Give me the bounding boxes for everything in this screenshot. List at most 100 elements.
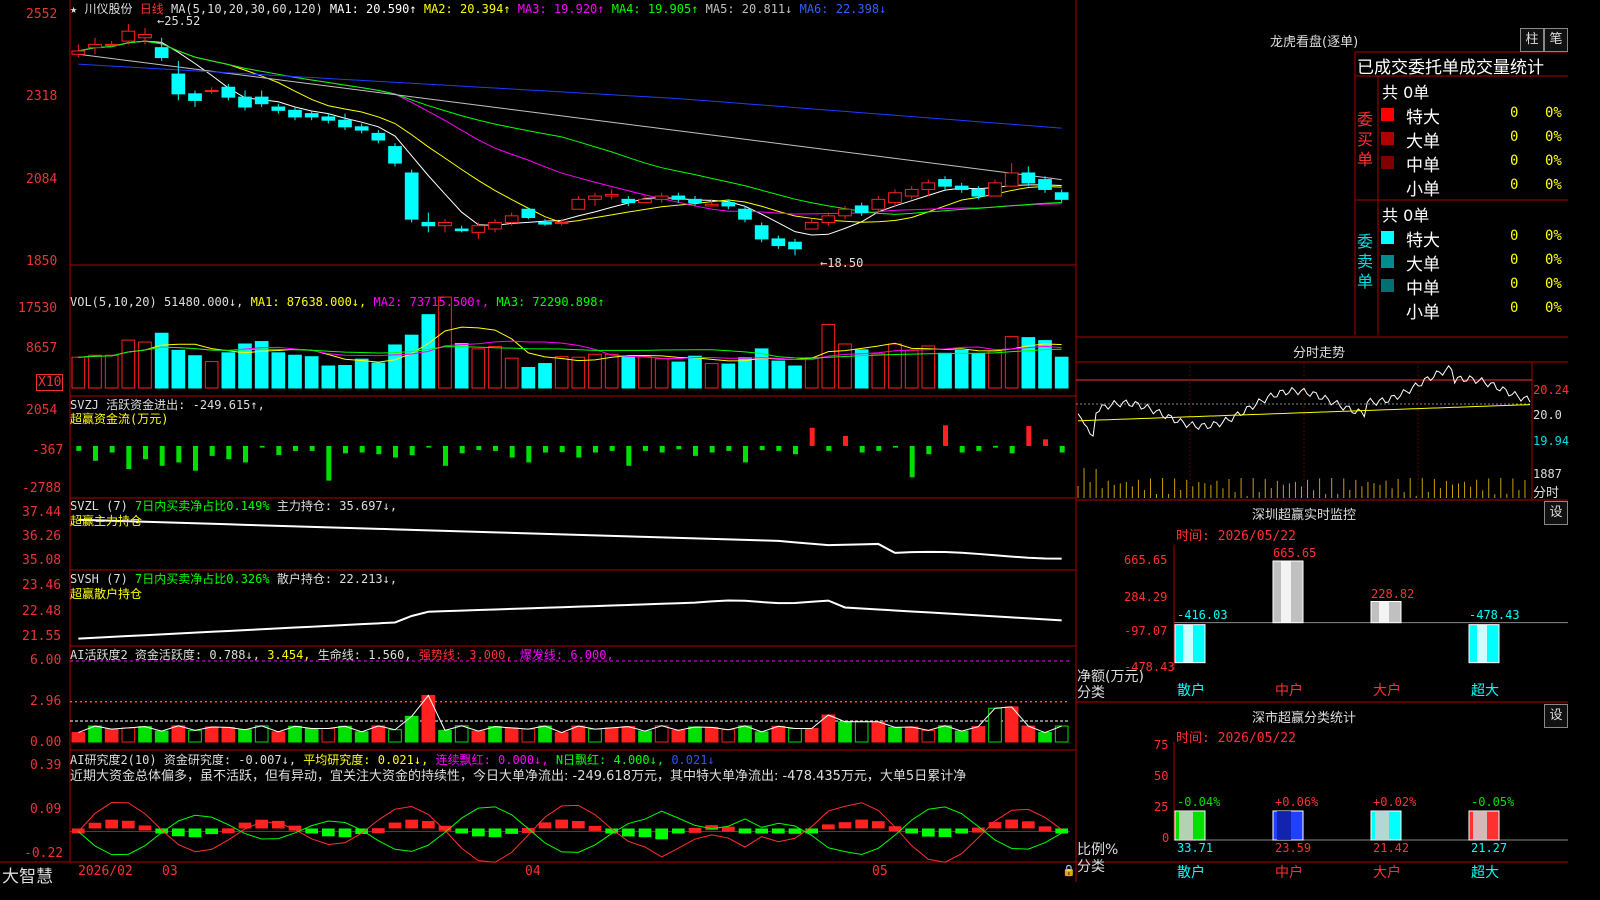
vol-header: VOL(5,10,20) 51480.000↓, MA1: 87638.000↓…	[70, 293, 605, 311]
chart-canvas[interactable]: -416.03665.65228.82-478.43散户 中户 大户 超大-0.04%…	[0, 0, 1568, 882]
research-bar	[538, 822, 552, 829]
research-bar	[555, 819, 568, 829]
activity-bar	[154, 730, 169, 743]
date-label-3: 05	[872, 864, 888, 879]
intraday-vol-label: 分时	[1533, 486, 1560, 501]
svsh-label: SVSH (7)	[70, 572, 128, 586]
svzj-subtitle: 超赢资金流(万元)	[70, 412, 169, 426]
intraday-tick-2: 19.94	[1533, 434, 1570, 448]
ai-active-label: AI活跃度2	[70, 648, 128, 662]
buy-row-label-1: 特大	[1406, 108, 1440, 128]
ma4-value: MA4: 19.905↑	[611, 2, 699, 16]
activity-bar	[388, 729, 402, 743]
volume-bar	[221, 352, 236, 389]
svzj-tick-1: -367	[32, 443, 64, 458]
flow-bar	[743, 445, 748, 463]
sz-monitor-bar-highlight	[1183, 624, 1193, 663]
research-bar	[855, 819, 868, 829]
volume-bar	[554, 356, 569, 389]
class-stats-title: 深市超赢分类统计	[1252, 711, 1357, 726]
activity-bar	[171, 725, 186, 743]
buy-row-swatch-2	[1381, 132, 1394, 145]
tick-view-button[interactable]: 笔	[1544, 28, 1568, 52]
favorite-star-icon[interactable]: ★	[70, 2, 77, 16]
sell-row-count-1: 0	[1510, 228, 1519, 244]
lock-icon[interactable]: 🔒	[1062, 864, 1076, 877]
volume-bar	[104, 354, 119, 389]
candle-body	[721, 202, 736, 207]
volume-bar	[571, 356, 586, 389]
flow-bar	[443, 445, 448, 466]
candle-body	[1004, 172, 1019, 187]
candle-body	[504, 215, 519, 223]
volume-bar	[871, 353, 886, 389]
candle-body	[421, 221, 436, 227]
flow-bar	[776, 445, 782, 451]
sell-row-pct-2: 0%	[1545, 252, 1562, 268]
activity-line	[78, 694, 1062, 734]
sz-monitor-tick-0: 665.65	[1124, 553, 1168, 567]
intraday-vol-tick: 1887	[1533, 467, 1562, 481]
research-bar	[688, 827, 702, 833]
svsh-subtitle: 超赢散户持仓	[70, 587, 143, 601]
flow-bar	[1043, 439, 1048, 446]
sell-row-count-4: 0	[1510, 300, 1519, 316]
candle-body	[771, 238, 786, 247]
activity-bar	[804, 727, 819, 743]
activity-bar	[971, 726, 986, 743]
activity-bar	[771, 725, 786, 743]
activity-bar	[621, 726, 636, 743]
sz-monitor-bar-highlight	[1379, 601, 1389, 623]
sell-row-label-4: 小单	[1406, 303, 1440, 323]
candle-body	[588, 195, 602, 200]
activity-bar	[321, 727, 336, 743]
flow-bar	[276, 445, 282, 456]
ai-active-v2: 3.454,	[267, 648, 311, 662]
volume-bar	[771, 360, 786, 389]
retail-holding-line	[78, 599, 1062, 640]
research-bar	[922, 828, 935, 837]
column-view-button[interactable]: 柱	[1520, 28, 1544, 52]
activity-bar	[554, 732, 569, 743]
activity-bar	[888, 726, 902, 743]
activity-bar	[904, 726, 919, 743]
buy-row-count-2: 0	[1510, 129, 1519, 145]
activity-bar	[104, 728, 119, 743]
activity-bar	[238, 729, 252, 743]
date-label-0: 2026/02	[78, 864, 133, 879]
research-bar	[405, 819, 418, 829]
buy-row-pct-4: 0%	[1545, 177, 1562, 193]
activity-bar	[721, 729, 736, 743]
sz-monitor-title: 深圳超赢实时监控	[1252, 508, 1357, 523]
svzl-tick-0: 37.44	[22, 505, 62, 520]
ai-active-v1: 资金活跃度: 0.788↓,	[134, 648, 260, 662]
volume-bar	[721, 363, 736, 389]
class-stats-settings-button[interactable]: 设	[1544, 704, 1568, 728]
stock-name[interactable]: 川仪股份	[84, 2, 132, 16]
activity-bar	[671, 729, 686, 743]
volume-bar	[171, 349, 186, 389]
research-bar	[588, 825, 602, 831]
class-category-2: 中户	[1275, 864, 1303, 881]
sz-monitor-settings-button[interactable]: 设	[1544, 501, 1568, 525]
flow-bar	[959, 445, 965, 453]
volume-bar	[1038, 340, 1052, 389]
activity-bar	[938, 725, 952, 743]
flow-bar	[543, 445, 548, 453]
volume-bar	[321, 365, 336, 389]
flow-bar	[826, 445, 832, 451]
volume-bar	[504, 357, 519, 389]
volume-bar	[454, 343, 469, 389]
buy-row-swatch-4	[1381, 180, 1394, 193]
sell-row-label-3: 中单	[1406, 279, 1440, 299]
volume-bar	[388, 344, 402, 389]
volume-bar	[88, 354, 102, 389]
candle-body	[938, 179, 952, 187]
buy-total: 共 0单	[1382, 83, 1430, 102]
research-bar	[138, 825, 152, 831]
candle-body	[604, 193, 619, 197]
candle-body	[121, 30, 136, 42]
flow-bar	[726, 445, 732, 451]
sz-monitor-category-2: 中户	[1275, 682, 1303, 699]
research-bar	[388, 822, 402, 829]
